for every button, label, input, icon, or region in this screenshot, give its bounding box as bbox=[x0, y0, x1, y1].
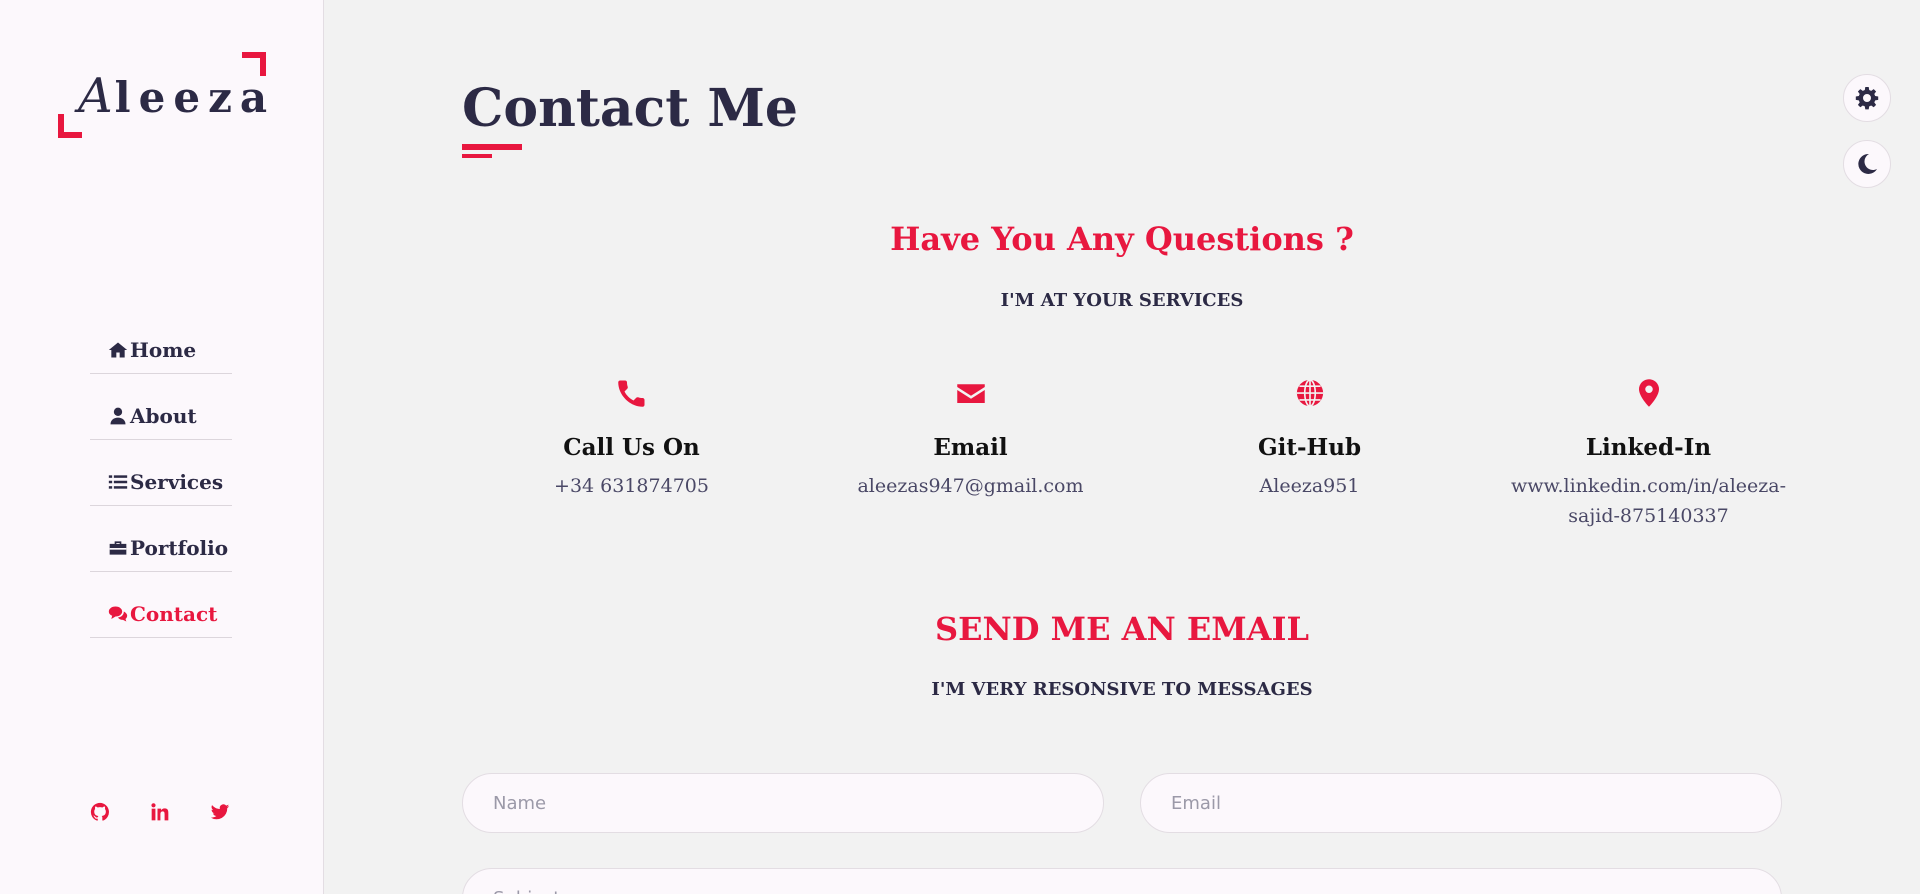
map-marker-icon bbox=[1638, 379, 1659, 407]
contact-label-email: Email bbox=[933, 434, 1008, 461]
dark-mode-toggle[interactable] bbox=[1843, 140, 1891, 188]
contact-value-linkedin[interactable]: www.linkedin.com/in/aleeza-sajid-8751403… bbox=[1479, 471, 1818, 531]
contact-value-phone[interactable]: +34 631874705 bbox=[462, 471, 801, 501]
moon-icon bbox=[1858, 153, 1877, 174]
twitter-icon[interactable] bbox=[210, 802, 230, 822]
nav-label-portfolio: Portfolio bbox=[130, 535, 229, 560]
linkedin-icon[interactable] bbox=[150, 802, 170, 822]
questions-heading: Have You Any Questions ? bbox=[890, 220, 1354, 258]
title-underline-short bbox=[462, 154, 492, 158]
nav-item-portfolio[interactable]: Portfolio bbox=[90, 506, 232, 572]
nav-label-about: About bbox=[130, 403, 197, 428]
email-input[interactable] bbox=[1140, 773, 1782, 833]
name-input[interactable] bbox=[462, 773, 1104, 833]
contact-value-email[interactable]: aleezas947@gmail.com bbox=[801, 471, 1140, 501]
contact-card-email: Email aleezas947@gmail.com bbox=[801, 378, 1140, 531]
contact-card-linkedin: Linked-In www.linkedin.com/in/aleeza-saj… bbox=[1479, 378, 1818, 531]
questions-subheading: I'M AT YOUR SERVICES bbox=[1000, 290, 1244, 311]
nav-item-about[interactable]: About bbox=[90, 374, 232, 440]
briefcase-icon bbox=[109, 540, 127, 555]
list-icon bbox=[108, 474, 128, 489]
home-icon bbox=[108, 342, 128, 357]
contact-info-list: Call Us On +34 631874705 Email aleezas94… bbox=[462, 378, 1818, 531]
contact-card-github: Git-Hub Aleeza951 bbox=[1140, 378, 1479, 531]
settings-button[interactable] bbox=[1843, 74, 1891, 122]
title-underline bbox=[462, 144, 522, 158]
github-icon[interactable] bbox=[90, 802, 110, 822]
page-title: Contact Me bbox=[462, 78, 799, 139]
phone-icon bbox=[617, 380, 644, 407]
envelope-icon bbox=[956, 384, 985, 403]
nav-label-home: Home bbox=[130, 337, 197, 362]
subject-input[interactable] bbox=[462, 868, 1782, 894]
social-links bbox=[90, 802, 230, 822]
email-section-heading: SEND ME AN EMAIL bbox=[935, 610, 1309, 648]
nav-item-contact[interactable]: Contact bbox=[90, 572, 232, 638]
globe-icon bbox=[1296, 379, 1323, 407]
gear-icon bbox=[1855, 87, 1879, 110]
sidebar: Aleeza Home About Services Portfolio Con… bbox=[0, 0, 324, 894]
logo-rest: leeza bbox=[114, 73, 276, 122]
logo-text: Aleeza bbox=[78, 68, 275, 124]
contact-label-linkedin: Linked-In bbox=[1585, 434, 1712, 461]
user-icon bbox=[110, 407, 126, 424]
nav-label-services: Services bbox=[130, 469, 224, 494]
nav-label-contact: Contact bbox=[130, 601, 218, 626]
title-underline-long bbox=[462, 144, 522, 150]
nav-item-services[interactable]: Services bbox=[90, 440, 232, 506]
email-section-subheading: I'M VERY RESONSIVE TO MESSAGES bbox=[931, 679, 1313, 700]
contact-label-phone: Call Us On bbox=[563, 434, 700, 461]
right-tools bbox=[1843, 74, 1891, 206]
sidebar-nav: Home About Services Portfolio Contact bbox=[90, 308, 232, 638]
comments-icon bbox=[108, 606, 128, 621]
contact-card-phone: Call Us On +34 631874705 bbox=[462, 378, 801, 531]
logo-first-letter: A bbox=[78, 68, 115, 124]
logo[interactable]: Aleeza bbox=[58, 52, 267, 138]
nav-item-home[interactable]: Home bbox=[90, 308, 232, 374]
contact-value-github[interactable]: Aleeza951 bbox=[1140, 471, 1479, 501]
contact-label-github: Git-Hub bbox=[1257, 434, 1362, 461]
